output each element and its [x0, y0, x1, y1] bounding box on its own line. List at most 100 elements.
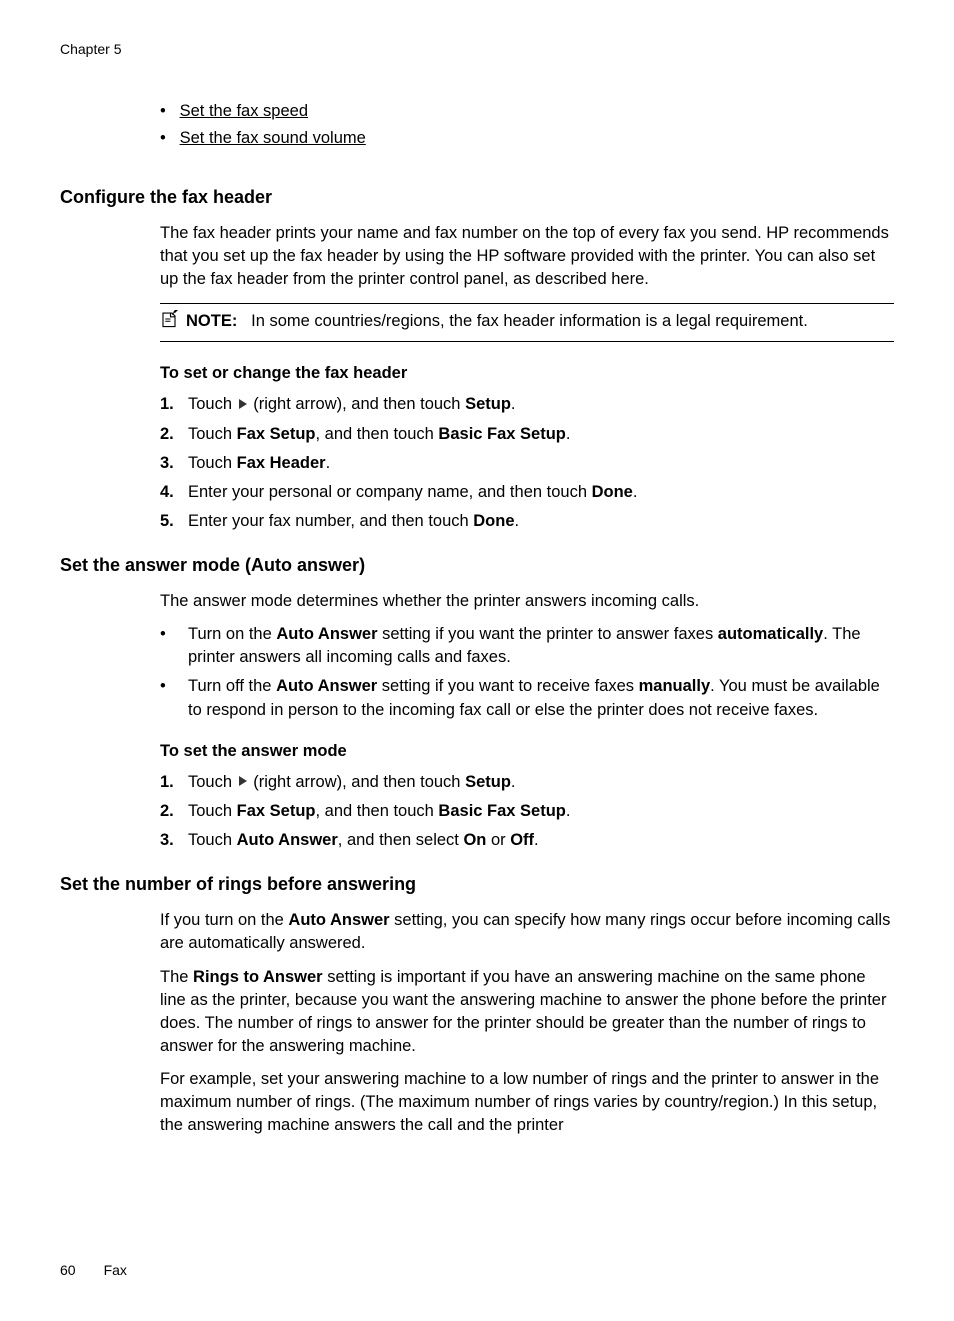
- bold-text: Done: [592, 483, 633, 501]
- text: setting if you want the printer to answe…: [378, 625, 718, 643]
- bullet: •: [160, 127, 175, 150]
- step-text: Touch Fax Header.: [188, 452, 894, 475]
- text: Turn off the: [188, 677, 276, 695]
- text: .: [566, 425, 571, 443]
- chapter-header: Chapter 5: [60, 40, 894, 60]
- step-text: Touch (right arrow), and then touch Setu…: [188, 771, 894, 794]
- text: .: [326, 454, 331, 472]
- page-number: 60: [60, 1261, 76, 1281]
- bullet-text: Turn on the Auto Answer setting if you w…: [188, 623, 894, 669]
- text: Touch: [188, 425, 237, 443]
- step-2: 2. Touch Fax Setup, and then touch Basic…: [160, 423, 894, 446]
- step-2: 2. Touch Fax Setup, and then touch Basic…: [160, 800, 894, 823]
- bold-text: Basic Fax Setup: [438, 425, 565, 443]
- bullet-text: Turn off the Auto Answer setting if you …: [188, 675, 894, 721]
- step-number: 2.: [160, 423, 188, 446]
- note-text: NOTE: In some countries/regions, the fax…: [186, 310, 808, 333]
- paragraph: The Rings to Answer setting is important…: [160, 966, 894, 1058]
- note-body: In some countries/regions, the fax heade…: [251, 312, 808, 330]
- paragraph: If you turn on the Auto Answer setting, …: [160, 909, 894, 955]
- note-body: [242, 312, 251, 330]
- link-set-fax-speed[interactable]: Set the fax speed: [180, 102, 308, 120]
- bold-text: Fax Setup: [237, 425, 316, 443]
- step-number: 1.: [160, 393, 188, 416]
- bullet: •: [160, 623, 188, 669]
- heading-configure-fax-header: Configure the fax header: [60, 185, 894, 210]
- text: Touch: [188, 454, 237, 472]
- paragraph: For example, set your answering machine …: [160, 1068, 894, 1137]
- text: .: [515, 512, 520, 530]
- bullet-item: • Turn off the Auto Answer setting if yo…: [160, 675, 894, 721]
- text: .: [633, 483, 638, 501]
- bold-text: Auto Answer: [288, 911, 389, 929]
- section-body: The fax header prints your name and fax …: [160, 222, 894, 533]
- text: The: [160, 968, 193, 986]
- section-body: If you turn on the Auto Answer setting, …: [160, 909, 894, 1137]
- bold-text: manually: [639, 677, 711, 695]
- text: setting if you want to receive faxes: [377, 677, 638, 695]
- text: Touch: [188, 802, 237, 820]
- bold-text: On: [463, 831, 486, 849]
- step-1: 1. Touch (right arrow), and then touch S…: [160, 393, 894, 416]
- text: Touch: [188, 831, 237, 849]
- text: .: [534, 831, 539, 849]
- text: .: [511, 395, 516, 413]
- step-text: Touch Auto Answer, and then select On or…: [188, 829, 894, 852]
- heading-set-rings-before-answering: Set the number of rings before answering: [60, 872, 894, 897]
- step-text: Enter your fax number, and then touch Do…: [188, 510, 894, 533]
- paragraph: The fax header prints your name and fax …: [160, 222, 894, 291]
- note-icon: [160, 310, 178, 335]
- bold-text: Setup: [465, 773, 511, 791]
- text: , and then touch: [315, 802, 438, 820]
- bold-text: Basic Fax Setup: [438, 802, 565, 820]
- step-text: Touch (right arrow), and then touch Setu…: [188, 393, 894, 416]
- bullet: •: [160, 675, 188, 721]
- footer-section: Fax: [104, 1261, 127, 1281]
- step-number: 4.: [160, 481, 188, 504]
- text: Touch: [188, 395, 237, 413]
- note-label: NOTE:: [186, 312, 237, 330]
- text: Enter your fax number, and then touch: [188, 512, 473, 530]
- right-arrow-icon: [237, 771, 249, 794]
- step-3: 3. Touch Auto Answer, and then select On…: [160, 829, 894, 852]
- paragraph: The answer mode determines whether the p…: [160, 590, 894, 613]
- text: Turn on the: [188, 625, 276, 643]
- procedure-heading: To set the answer mode: [160, 740, 894, 763]
- page-footer: 60 Fax: [60, 1261, 127, 1281]
- procedure-heading: To set or change the fax header: [160, 362, 894, 385]
- step-3: 3. Touch Fax Header.: [160, 452, 894, 475]
- step-number: 1.: [160, 771, 188, 794]
- step-4: 4. Enter your personal or company name, …: [160, 481, 894, 504]
- text: , and then select: [338, 831, 464, 849]
- text: , and then touch: [315, 425, 438, 443]
- step-number: 2.: [160, 800, 188, 823]
- bold-text: Fax Setup: [237, 802, 316, 820]
- step-number: 3.: [160, 452, 188, 475]
- text: .: [566, 802, 571, 820]
- heading-set-answer-mode: Set the answer mode (Auto answer): [60, 553, 894, 578]
- bold-text: Rings to Answer: [193, 968, 323, 986]
- right-arrow-icon: [237, 394, 249, 417]
- top-links-list: • Set the fax speed • Set the fax sound …: [160, 100, 894, 150]
- bold-text: Auto Answer: [237, 831, 338, 849]
- text: Enter your personal or company name, and…: [188, 483, 592, 501]
- step-text: Enter your personal or company name, and…: [188, 481, 894, 504]
- link-set-fax-sound-volume[interactable]: Set the fax sound volume: [180, 129, 366, 147]
- link-item: • Set the fax sound volume: [160, 127, 894, 150]
- text: or: [486, 831, 510, 849]
- step-1: 1. Touch (right arrow), and then touch S…: [160, 771, 894, 794]
- text: (right arrow), and then touch: [249, 773, 465, 791]
- step-text: Touch Fax Setup, and then touch Basic Fa…: [188, 423, 894, 446]
- section-body: The answer mode determines whether the p…: [160, 590, 894, 852]
- bold-text: Auto Answer: [276, 625, 377, 643]
- bullet: •: [160, 100, 175, 123]
- bold-text: Setup: [465, 395, 511, 413]
- text: If you turn on the: [160, 911, 288, 929]
- bullet-item: • Turn on the Auto Answer setting if you…: [160, 623, 894, 669]
- text: Touch: [188, 773, 237, 791]
- step-text: Touch Fax Setup, and then touch Basic Fa…: [188, 800, 894, 823]
- step-5: 5. Enter your fax number, and then touch…: [160, 510, 894, 533]
- note-box: NOTE: In some countries/regions, the fax…: [160, 303, 894, 342]
- text: (right arrow), and then touch: [249, 395, 465, 413]
- bold-text: Auto Answer: [276, 677, 377, 695]
